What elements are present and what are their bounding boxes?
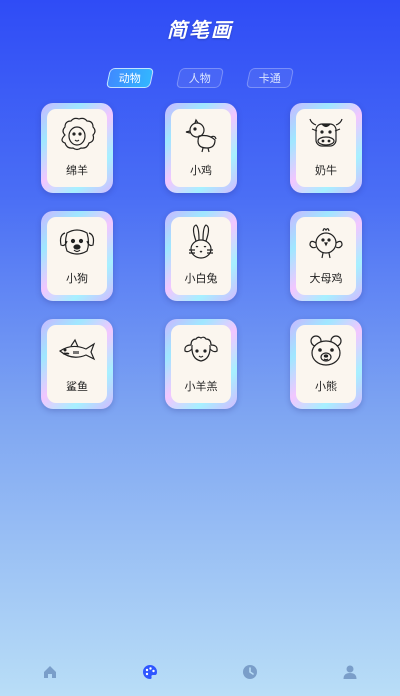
card-dog[interactable]: 小狗: [41, 211, 113, 301]
dog-drawing-icon: [59, 229, 95, 255]
card-inner: 小鸡: [171, 109, 231, 187]
category-tabs: 动物 人物 卡通: [0, 68, 400, 90]
home-icon[interactable]: [42, 664, 58, 680]
clock-icon[interactable]: [242, 664, 258, 680]
tab-cartoon[interactable]: 卡通: [245, 68, 295, 88]
card-rabbit[interactable]: 小白兔: [165, 211, 237, 301]
card-chick[interactable]: 小鸡: [165, 103, 237, 193]
card-inner: 鲨鱼: [47, 325, 107, 403]
card-shark[interactable]: 鲨鱼: [41, 319, 113, 409]
lamb-drawing-icon: [184, 336, 218, 362]
tab-people[interactable]: 人物: [175, 68, 225, 88]
cow-drawing-icon: [309, 118, 343, 147]
rabbit-drawing-icon: [189, 224, 213, 259]
tab-label: 卡通: [258, 72, 281, 85]
card-hen[interactable]: 大母鸡: [290, 211, 362, 301]
card-label: 小熊: [315, 380, 337, 393]
hen-drawing-icon: [309, 228, 343, 259]
card-label: 大母鸡: [309, 272, 343, 285]
card-bear[interactable]: 小熊: [290, 319, 362, 409]
tab-animals[interactable]: 动物: [105, 68, 155, 88]
bottom-nav: [0, 658, 400, 686]
card-label: 小鸡: [190, 164, 212, 177]
user-icon[interactable]: [342, 664, 358, 680]
tab-label: 动物: [118, 72, 141, 85]
sheep-drawing-icon: [61, 117, 96, 151]
tab-label: 人物: [188, 72, 211, 85]
card-label: 小狗: [66, 272, 88, 285]
chick-drawing-icon: [185, 118, 217, 153]
card-label: 小羊羔: [184, 380, 218, 393]
card-label: 绵羊: [66, 164, 88, 177]
card-label: 鲨鱼: [66, 380, 88, 393]
card-inner: 绵羊: [47, 109, 107, 187]
card-inner: 小羊羔: [171, 325, 231, 403]
card-cow[interactable]: 奶牛: [290, 103, 362, 193]
card-inner: 大母鸡: [296, 217, 356, 295]
page-title: 简笔画: [167, 18, 233, 42]
card-label: 小白兔: [184, 272, 218, 285]
card-inner: 小白兔: [171, 217, 231, 295]
card-label: 奶牛: [315, 164, 337, 177]
card-inner: 小狗: [47, 217, 107, 295]
card-lamb[interactable]: 小羊羔: [165, 319, 237, 409]
card-inner: 奶牛: [296, 109, 356, 187]
shark-drawing-icon: [58, 338, 96, 361]
bear-drawing-icon: [310, 335, 342, 366]
palette-icon[interactable]: [142, 664, 158, 680]
card-sheep[interactable]: 绵羊: [41, 103, 113, 193]
card-inner: 小熊: [296, 325, 356, 403]
